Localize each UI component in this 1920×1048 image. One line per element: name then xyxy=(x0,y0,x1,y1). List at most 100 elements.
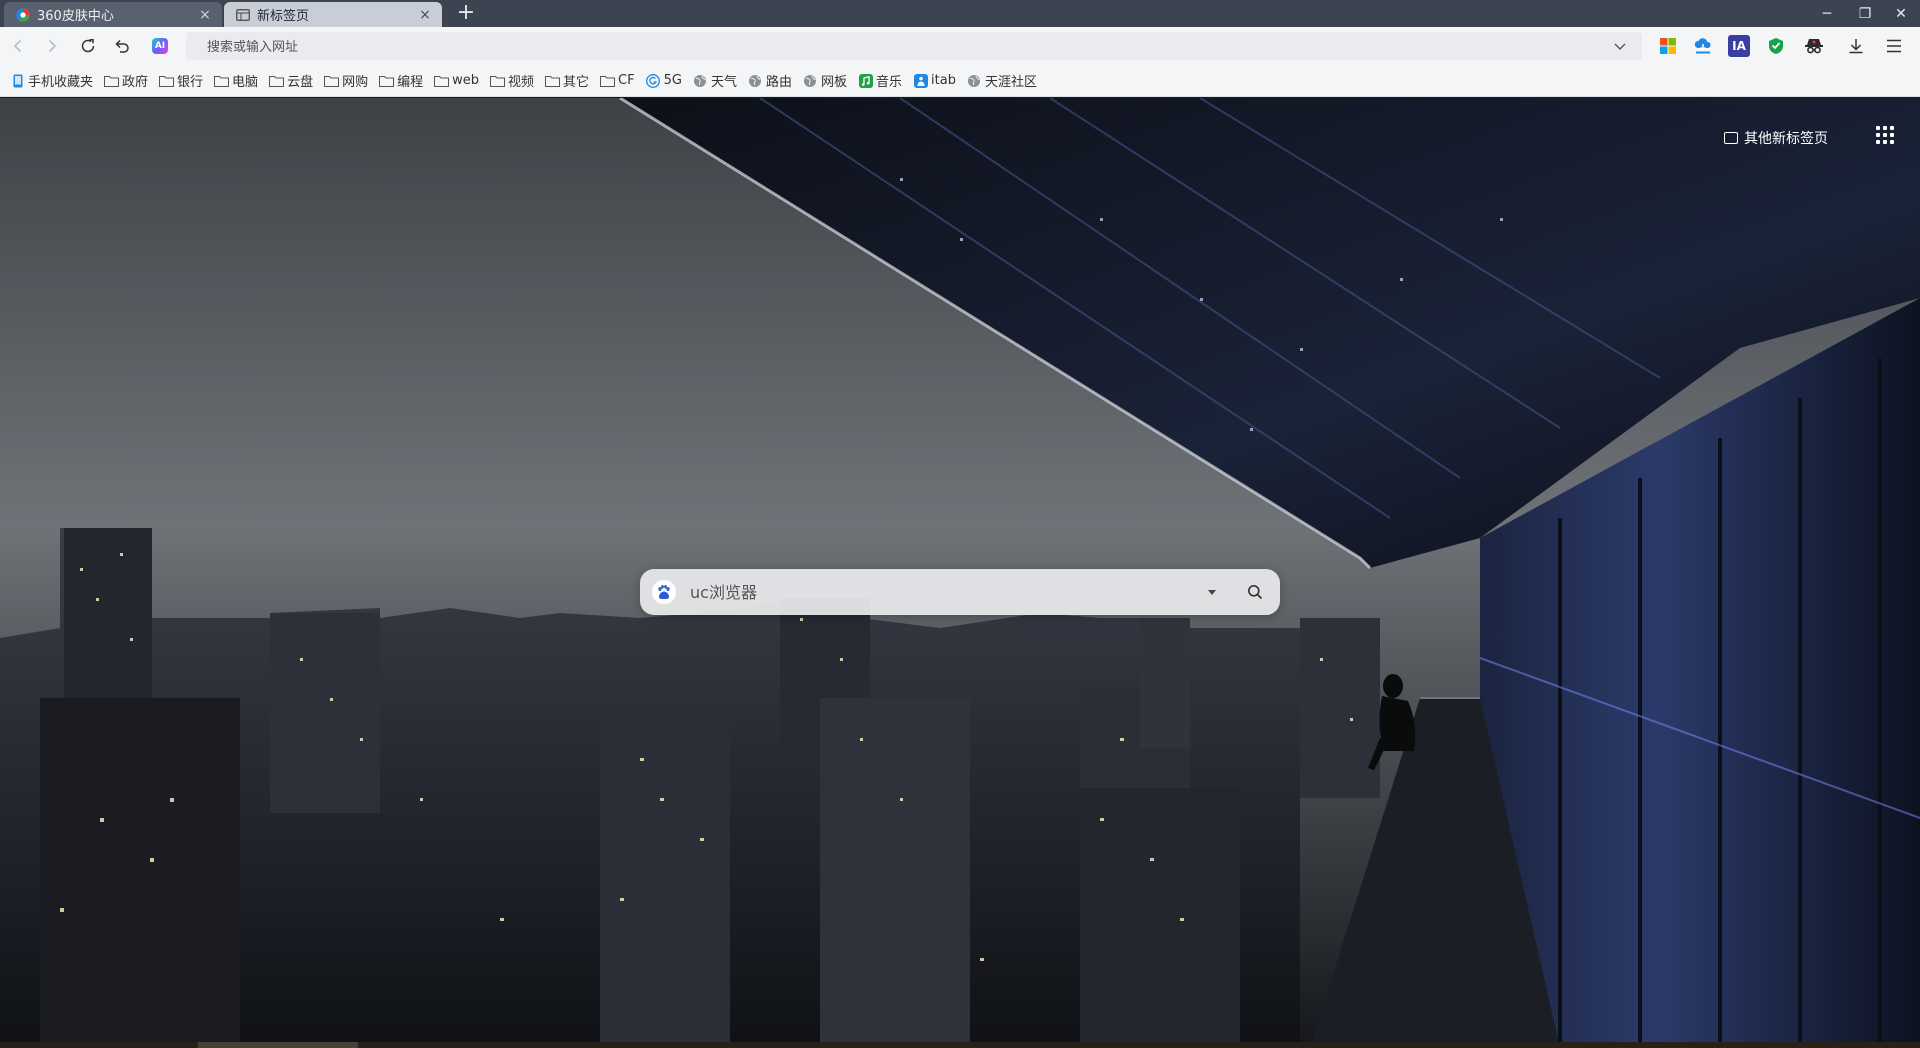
undo-close-button[interactable] xyxy=(110,34,134,58)
bookmark-label: 音乐 xyxy=(876,75,903,90)
downloads-button[interactable] xyxy=(1845,35,1867,57)
search-icon xyxy=(1248,585,1263,600)
tab-title: 360皮肤中心 xyxy=(37,9,114,24)
windows-extension-button[interactable] xyxy=(1657,35,1679,57)
forward-button[interactable] xyxy=(40,34,64,58)
spy-icon xyxy=(1805,39,1823,54)
360-browser-icon xyxy=(16,7,30,22)
reload-button[interactable] xyxy=(76,34,100,58)
folder-icon xyxy=(545,74,561,88)
bookmark-folder-cloud-disk[interactable]: 云盘 xyxy=(269,71,313,90)
bookmark-router[interactable]: 路由 xyxy=(748,71,792,90)
globe-icon xyxy=(693,74,708,88)
toolbar: AI IA xyxy=(0,27,1920,65)
folder-icon xyxy=(490,74,505,88)
folder-icon xyxy=(379,74,395,88)
bookmark-label: 银行 xyxy=(177,75,204,90)
ia-extension-button[interactable]: IA xyxy=(1728,35,1750,57)
tab-360-skin-center[interactable]: 360皮肤中心 × xyxy=(4,2,222,27)
folder-icon xyxy=(214,74,230,88)
bookmark-label: 其它 xyxy=(563,75,590,90)
address-input[interactable] xyxy=(186,32,1589,62)
tab-close-icon[interactable]: × xyxy=(198,8,212,22)
search-button[interactable] xyxy=(1244,581,1266,603)
bookmark-weather[interactable]: 天气 xyxy=(693,71,737,90)
tab-title: 新标签页 xyxy=(257,9,310,24)
scrollbar-thumb[interactable] xyxy=(198,1042,358,1048)
download-cloud-icon xyxy=(1694,38,1711,54)
ai-assistant-button[interactable]: AI xyxy=(148,34,172,58)
tab-strip: 360皮肤中心 × 新标签页 × + ─ ❐ ✕ xyxy=(0,0,1920,27)
bookmark-label: 网板 xyxy=(820,75,847,90)
globe-icon xyxy=(803,74,818,88)
undo-icon xyxy=(115,39,129,53)
folder-icon xyxy=(600,74,616,88)
ai-icon: AI xyxy=(152,38,168,54)
engine-dropdown-caret-icon[interactable] xyxy=(1208,589,1216,595)
bookmark-folder-programming[interactable]: 编程 xyxy=(379,71,423,90)
download-icon xyxy=(1849,39,1863,54)
back-arrow-icon xyxy=(13,39,22,53)
shield-extension-button[interactable] xyxy=(1765,35,1787,57)
bookmark-folder-shopping[interactable]: 网购 xyxy=(324,71,368,90)
apps-grid-icon[interactable] xyxy=(1876,126,1894,144)
bookmark-label: 网购 xyxy=(342,75,369,90)
5g-icon xyxy=(646,73,661,88)
calendar-icon xyxy=(1724,132,1738,144)
folder-icon xyxy=(159,74,175,88)
window-close-button[interactable]: ✕ xyxy=(1878,0,1920,27)
bookmark-label: 路由 xyxy=(765,75,792,90)
folder-icon xyxy=(434,74,450,88)
new-tab-page: 其他新标签页 xyxy=(0,98,1920,1048)
other-newtab-label: 其他新标签页 xyxy=(1744,131,1828,147)
folder-icon xyxy=(104,74,120,88)
main-menu-button[interactable] xyxy=(1883,35,1905,57)
bookmark-label: CF xyxy=(618,73,635,88)
new-tab-button[interactable]: + xyxy=(454,2,478,26)
bookmark-mobile-favorites[interactable]: 手机收藏夹 xyxy=(10,71,93,90)
address-bar[interactable] xyxy=(186,32,1642,62)
folder-icon xyxy=(324,74,340,88)
bookmark-label: 视频 xyxy=(508,75,535,90)
cloud-download-extension-button[interactable] xyxy=(1692,35,1714,57)
bookmark-itab[interactable]: itab xyxy=(913,73,956,88)
bottom-scroll-strip xyxy=(0,1042,1920,1048)
forward-arrow-icon xyxy=(48,39,57,53)
bookmark-folder-computer[interactable]: 电脑 xyxy=(214,71,258,90)
tab-new-tab[interactable]: 新标签页 × xyxy=(224,2,442,27)
bookmark-folder-government[interactable]: 政府 xyxy=(104,71,148,90)
globe-icon xyxy=(967,74,982,88)
bookmark-folder-video[interactable]: 视频 xyxy=(490,71,534,90)
newtab-page-icon xyxy=(236,8,250,22)
other-newtab-link[interactable]: 其他新标签页 xyxy=(1724,128,1828,148)
bookmark-label: 手机收藏夹 xyxy=(28,75,94,90)
back-button[interactable] xyxy=(6,34,30,58)
bookmark-folder-bank[interactable]: 银行 xyxy=(159,71,203,90)
bookmark-label: 天气 xyxy=(710,75,737,90)
itab-icon xyxy=(913,73,928,88)
bookmark-folder-web[interactable]: web xyxy=(434,73,479,88)
bookmark-label: web xyxy=(452,73,479,88)
baidu-engine-icon[interactable] xyxy=(652,580,676,604)
shield-icon xyxy=(1769,38,1783,54)
bookmark-folder-other[interactable]: 其它 xyxy=(545,71,589,90)
bookmark-music[interactable]: 音乐 xyxy=(858,71,902,90)
tab-close-icon[interactable]: × xyxy=(418,8,432,22)
bookmark-folder-cf[interactable]: CF xyxy=(600,73,635,88)
bookmarks-bar: 手机收藏夹 政府 银行 电脑 云盘 网购 编程 web 视频 其它 CF 5G … xyxy=(0,65,1920,97)
bookmark-board[interactable]: 网板 xyxy=(803,71,847,90)
incognito-extension-button[interactable] xyxy=(1803,35,1825,57)
reload-icon xyxy=(81,39,95,53)
menu-icon xyxy=(1887,39,1901,53)
search-input[interactable] xyxy=(688,581,1208,603)
chevron-down-icon[interactable] xyxy=(1612,38,1628,54)
bookmark-label: 云盘 xyxy=(287,75,314,90)
folder-icon xyxy=(269,74,285,88)
bookmark-label: itab xyxy=(931,73,956,88)
windows-logo-icon xyxy=(1660,38,1676,54)
search-bar[interactable] xyxy=(640,569,1280,615)
bookmark-tianya-community[interactable]: 天涯社区 xyxy=(967,71,1037,90)
bookmark-label: 电脑 xyxy=(232,75,259,90)
music-icon xyxy=(858,73,873,88)
bookmark-5g[interactable]: 5G xyxy=(646,73,682,88)
